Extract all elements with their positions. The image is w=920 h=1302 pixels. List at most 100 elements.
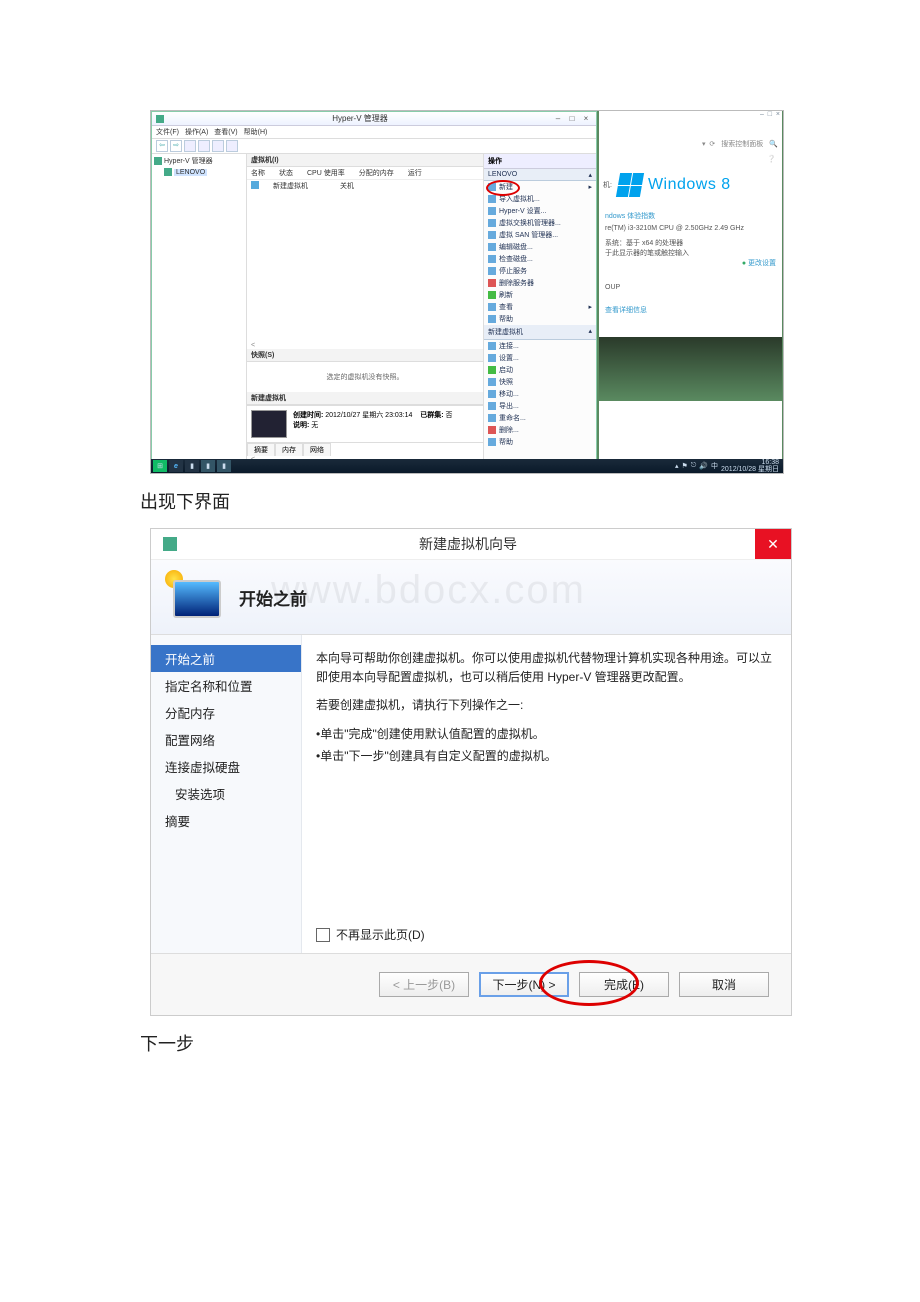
action-vswitch[interactable]: 虚拟交换机管理器... (484, 217, 596, 229)
action-delete[interactable]: 删除... (484, 424, 596, 436)
tree-root[interactable]: Hyper-V 管理器 (154, 156, 244, 166)
wizard-bullet-1: •单击"完成"创建使用默认值配置的虚拟机。 (316, 725, 773, 744)
taskbar: ⊞ e ▮ ▮ ▮ ▴ ⚑ ⎋ 🔊 中 16:38 2012/10/28 星期日 (151, 459, 783, 473)
nav-fwd-icon[interactable]: ⇨ (170, 140, 182, 152)
stop-icon (488, 267, 496, 275)
import-icon (488, 195, 496, 203)
step-name-location[interactable]: 指定名称和位置 (151, 672, 301, 699)
wizard-titlebar: 新建虚拟机向导 ✕ (151, 529, 791, 560)
collapse-icon[interactable]: ▴ (588, 171, 592, 179)
search-placeholder[interactable]: 搜索控制面板 (721, 139, 763, 149)
action-import[interactable]: 导入虚拟机... (484, 193, 596, 205)
step-before-you-begin[interactable]: 开始之前 (151, 645, 301, 672)
action-move[interactable]: 移动... (484, 388, 596, 400)
tab-network[interactable]: 网络 (303, 443, 331, 456)
vm-row[interactable]: 新建虚拟机 关机 (247, 180, 483, 192)
menu-help[interactable]: 帮助(H) (244, 127, 268, 137)
tray-date[interactable]: 2012/10/28 星期日 (721, 466, 779, 473)
help-icon[interactable]: ❔ (599, 155, 782, 163)
action-stop-svc[interactable]: 停止服务 (484, 265, 596, 277)
cancel-button[interactable]: 取消 (679, 972, 769, 997)
maximize-button[interactable]: □ (566, 114, 578, 124)
finish-button[interactable]: 完成(E) (579, 972, 669, 997)
tab-memory[interactable]: 内存 (275, 443, 303, 456)
tree-host[interactable]: LENOVO (154, 168, 244, 176)
next-button[interactable]: 下一步(N) > (479, 972, 569, 997)
wizard-title: 新建虚拟机向导 (181, 534, 755, 554)
action-help[interactable]: 帮助 (484, 313, 596, 325)
toolbar-btn[interactable] (184, 140, 196, 152)
close-button[interactable]: ✕ (755, 529, 791, 559)
step-network[interactable]: 配置网络 (151, 726, 301, 753)
action-vm-settings[interactable]: 设置... (484, 352, 596, 364)
dont-show-again-checkbox[interactable] (316, 928, 330, 942)
view-details-link[interactable]: 查看详细信息 (599, 301, 782, 319)
dont-show-again-label: 不再显示此页(D) (336, 926, 425, 945)
action-connect[interactable]: 连接... (484, 340, 596, 352)
rename-icon (488, 414, 496, 422)
action-remove-server[interactable]: 删除服务器 (484, 277, 596, 289)
action-rename[interactable]: 重命名... (484, 412, 596, 424)
wizard-intro-1: 本向导可帮助你创建虚拟机。你可以使用虚拟机代替物理计算机实现各种用途。可以立即使… (316, 649, 773, 686)
col-name[interactable]: 名称 (251, 168, 265, 178)
vm-icon (251, 181, 259, 189)
main-panel: 虚拟机(I) 名称 状态 CPU 使用率 分配的内存 运行 新建虚拟机 关机 (247, 154, 483, 463)
action-edit-disk[interactable]: 编辑磁盘... (484, 241, 596, 253)
vm-thumbnail (251, 410, 287, 438)
menu-view[interactable]: 查看(V) (214, 127, 237, 137)
col-run[interactable]: 运行 (408, 168, 422, 178)
actions-header: 操作 (484, 154, 596, 169)
step-vhd[interactable]: 连接虚拟硬盘 (151, 753, 301, 780)
monitor-icon (173, 580, 221, 618)
prev-button[interactable]: < 上一步(B) (379, 972, 469, 997)
collapse-icon[interactable]: ▴ (588, 327, 592, 335)
step-summary[interactable]: 摘要 (151, 807, 301, 834)
explorer-taskbar-icon[interactable]: ▮ (185, 460, 199, 472)
action-export[interactable]: 导出... (484, 400, 596, 412)
nav-back-icon[interactable]: ⇦ (156, 140, 168, 152)
vsan-icon (488, 231, 496, 239)
flag-icon[interactable]: ⚑ (681, 462, 687, 470)
toolbar-btn[interactable] (198, 140, 210, 152)
wizard-bullet-2: •单击"下一步"创建具有自定义配置的虚拟机。 (316, 747, 773, 766)
col-mem[interactable]: 分配的内存 (359, 168, 394, 178)
action-new[interactable]: 新建▸ (484, 181, 596, 193)
action-hv-settings[interactable]: Hyper-V 设置... (484, 205, 596, 217)
action-start[interactable]: 启动 (484, 364, 596, 376)
action-refresh[interactable]: 刷新 (484, 289, 596, 301)
tab-summary[interactable]: 摘要 (247, 443, 275, 456)
window-titlebar: Hyper-V 管理器 – □ × (152, 112, 596, 126)
sys-info-1: 系统：基于 x64 的处理器 (599, 238, 782, 248)
toolbar: ⇦ ⇨ (152, 139, 596, 154)
nav-tree: Hyper-V 管理器 LENOVO (152, 154, 247, 463)
hyperv-taskbar-icon[interactable]: ▮ (201, 460, 215, 472)
search-icon[interactable]: 🔍 (769, 140, 778, 148)
start-button[interactable]: ⊞ (153, 460, 167, 472)
ie-taskbar-icon[interactable]: e (169, 460, 183, 472)
volume-icon[interactable]: 🔊 (699, 462, 708, 470)
action-inspect-disk[interactable]: 检查磁盘... (484, 253, 596, 265)
ime-icon[interactable]: 中 (711, 461, 718, 471)
app-taskbar-icon[interactable]: ▮ (217, 460, 231, 472)
menu-file[interactable]: 文件(F) (156, 127, 179, 137)
action-help2[interactable]: 帮助 (484, 436, 596, 448)
tray-icon[interactable]: ▴ (675, 462, 679, 470)
col-state[interactable]: 状态 (279, 168, 293, 178)
minimize-button[interactable]: – (552, 114, 564, 124)
help-icon (488, 438, 496, 446)
change-settings-link[interactable]: ● 更改设置 (599, 258, 782, 268)
experience-index-link[interactable]: ndows 体验指数 (599, 207, 782, 225)
actions-group-vm: 新建虚拟机▴ (484, 325, 596, 340)
action-view[interactable]: 查看▸ (484, 301, 596, 313)
network-icon[interactable]: ⎋ (691, 462, 697, 470)
step-memory[interactable]: 分配内存 (151, 699, 301, 726)
col-cpu[interactable]: CPU 使用率 (307, 168, 345, 178)
close-button[interactable]: × (580, 114, 592, 124)
step-install-options[interactable]: 安装选项 (151, 780, 301, 807)
action-snapshot[interactable]: 快照 (484, 376, 596, 388)
action-vsan[interactable]: 虚拟 SAN 管理器... (484, 229, 596, 241)
toolbar-btn[interactable] (226, 140, 238, 152)
menu-action[interactable]: 操作(A) (185, 127, 208, 137)
tray-time[interactable]: 16:38 (761, 459, 779, 466)
toolbar-btn[interactable] (212, 140, 224, 152)
